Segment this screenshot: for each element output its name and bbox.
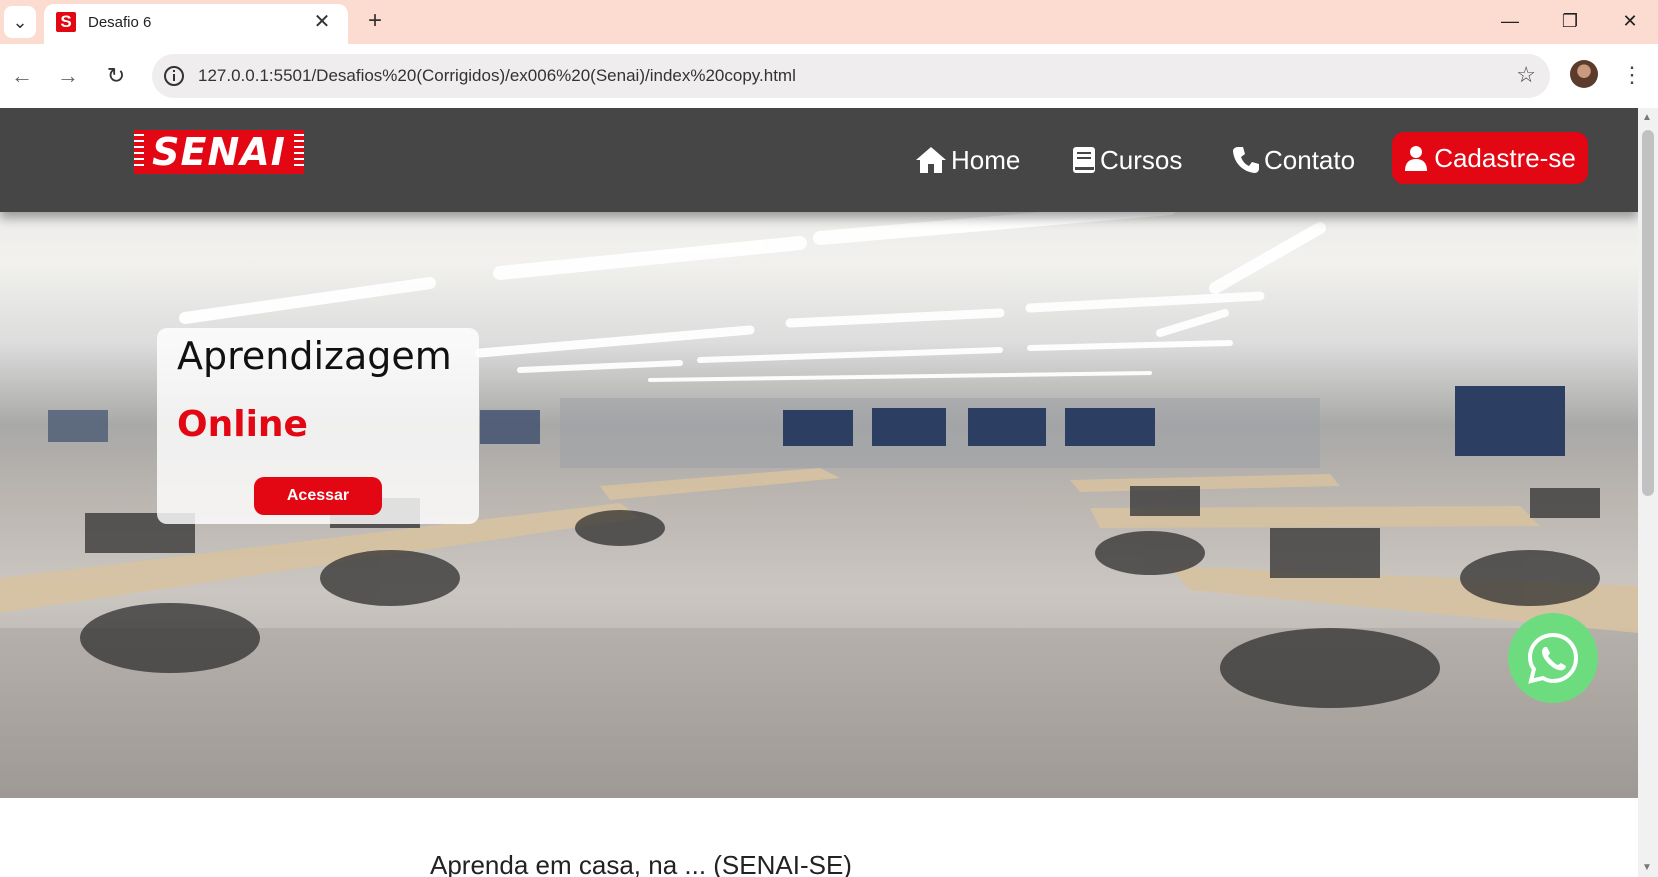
restore-button[interactable]: ❐ bbox=[1550, 4, 1590, 38]
forward-button[interactable]: → bbox=[50, 58, 86, 94]
scroll-up-arrow-icon[interactable]: ▲ bbox=[1642, 112, 1652, 123]
whatsapp-button[interactable] bbox=[1508, 613, 1598, 703]
browser-tab[interactable]: S Desafio 6 ✕ bbox=[44, 4, 348, 44]
new-tab-button[interactable]: + bbox=[360, 6, 390, 36]
scrollbar-thumb[interactable] bbox=[1642, 130, 1654, 496]
hero-highlight: Online bbox=[177, 404, 308, 445]
signup-button[interactable]: Cadastre-se bbox=[1392, 132, 1588, 184]
signup-label: Cadastre-se bbox=[1434, 142, 1576, 173]
browser-toolbar: ← → ↻ 127.0.0.1:5501/Desafios%20(Corrigi… bbox=[0, 44, 1658, 108]
tab-title: Desafio 6 bbox=[88, 14, 152, 31]
url-text[interactable]: 127.0.0.1:5501/Desafios%20(Corrigidos)/e… bbox=[198, 66, 796, 86]
page-scrollbar[interactable]: ▲ ▼ bbox=[1638, 108, 1658, 877]
nav-contato-link[interactable]: Contato bbox=[1232, 140, 1355, 180]
chevron-down-icon: ⌄ bbox=[12, 11, 28, 32]
bookmark-star-icon[interactable]: ☆ bbox=[1516, 62, 1536, 88]
back-button[interactable]: ← bbox=[4, 58, 40, 94]
browser-tab-strip: ⌄ S Desafio 6 ✕ + — ❐ ✕ bbox=[0, 0, 1658, 44]
user-icon bbox=[1405, 146, 1428, 171]
nav-home-link[interactable]: Home bbox=[915, 140, 1020, 180]
info-icon[interactable] bbox=[162, 64, 186, 88]
scroll-down-arrow-icon[interactable]: ▼ bbox=[1642, 862, 1652, 873]
reload-button[interactable]: ↻ bbox=[98, 58, 134, 94]
home-icon bbox=[916, 147, 946, 173]
page-viewport: SENAI Home Cursos Contato Cadastre-se Ap… bbox=[0, 108, 1638, 877]
minimize-button[interactable]: — bbox=[1490, 4, 1530, 38]
browser-menu-button[interactable]: ⋮ bbox=[1618, 60, 1646, 90]
close-window-button[interactable]: ✕ bbox=[1610, 4, 1650, 38]
logo-stripes-right bbox=[294, 134, 304, 170]
section-intro-text: Aprenda em casa, na ... (SENAI-SE) bbox=[430, 850, 852, 877]
hero-heading: Aprendizagem bbox=[177, 334, 452, 378]
book-icon bbox=[1073, 147, 1095, 173]
senai-logo[interactable]: SENAI bbox=[134, 130, 304, 174]
hero-card: Aprendizagem Online Acessar bbox=[157, 328, 479, 524]
nav-cursos-label: Cursos bbox=[1100, 144, 1183, 175]
tab-search-button[interactable]: ⌄ bbox=[4, 6, 36, 38]
whatsapp-icon bbox=[1527, 632, 1579, 684]
tab-close-button[interactable]: ✕ bbox=[310, 10, 334, 34]
address-bar[interactable]: 127.0.0.1:5501/Desafios%20(Corrigidos)/e… bbox=[152, 54, 1550, 98]
favicon-icon: S bbox=[56, 12, 76, 32]
nav-contato-label: Contato bbox=[1264, 144, 1356, 175]
nav-home-label: Home bbox=[951, 144, 1021, 175]
logo-stripes-left bbox=[134, 134, 144, 170]
nav-cursos-link[interactable]: Cursos bbox=[1072, 140, 1182, 180]
phone-icon bbox=[1233, 147, 1259, 173]
site-header: SENAI Home Cursos Contato Cadastre-se bbox=[0, 108, 1638, 212]
profile-avatar[interactable] bbox=[1570, 60, 1598, 88]
access-button[interactable]: Acessar bbox=[254, 477, 382, 515]
logo-text: SENAI bbox=[152, 130, 286, 174]
